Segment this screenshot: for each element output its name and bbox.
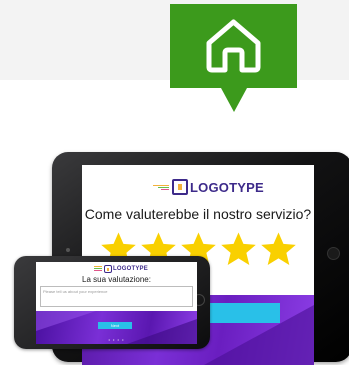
- feedback-input[interactable]: Please tell us about your experience: [40, 286, 193, 307]
- location-pin-tail: [221, 88, 247, 112]
- logo-text: LOGOTYPE: [190, 179, 264, 195]
- tablet-next-button[interactable]: [210, 303, 280, 323]
- logo-text: LOGOTYPE: [113, 266, 148, 272]
- logo-mark-icon: [104, 265, 112, 273]
- logo-speed-lines: [153, 184, 169, 191]
- phone-footer-panel: Next • • • •: [36, 311, 197, 344]
- tablet-camera: [66, 248, 70, 252]
- location-pin: [170, 4, 297, 88]
- home-icon: [206, 19, 261, 73]
- tablet-home-button: [327, 247, 340, 260]
- logo-mark-icon: [172, 179, 188, 195]
- phone-device: LOGOTYPE La sua valutazione: Please tell…: [14, 256, 210, 349]
- rating-label: La sua valutazione:: [82, 275, 151, 284]
- phone-logo: LOGOTYPE: [94, 265, 148, 273]
- rating-question: Come valuterebbe il nostro servizio?: [84, 206, 312, 222]
- next-button[interactable]: Next: [98, 322, 132, 329]
- page-indicator: • • • •: [108, 337, 125, 342]
- star-icon[interactable]: [260, 231, 297, 267]
- logo-speed-lines: [94, 266, 102, 272]
- phone-screen: LOGOTYPE La sua valutazione: Please tell…: [36, 262, 197, 344]
- star-icon[interactable]: [220, 231, 257, 267]
- tablet-logo: LOGOTYPE: [153, 179, 264, 195]
